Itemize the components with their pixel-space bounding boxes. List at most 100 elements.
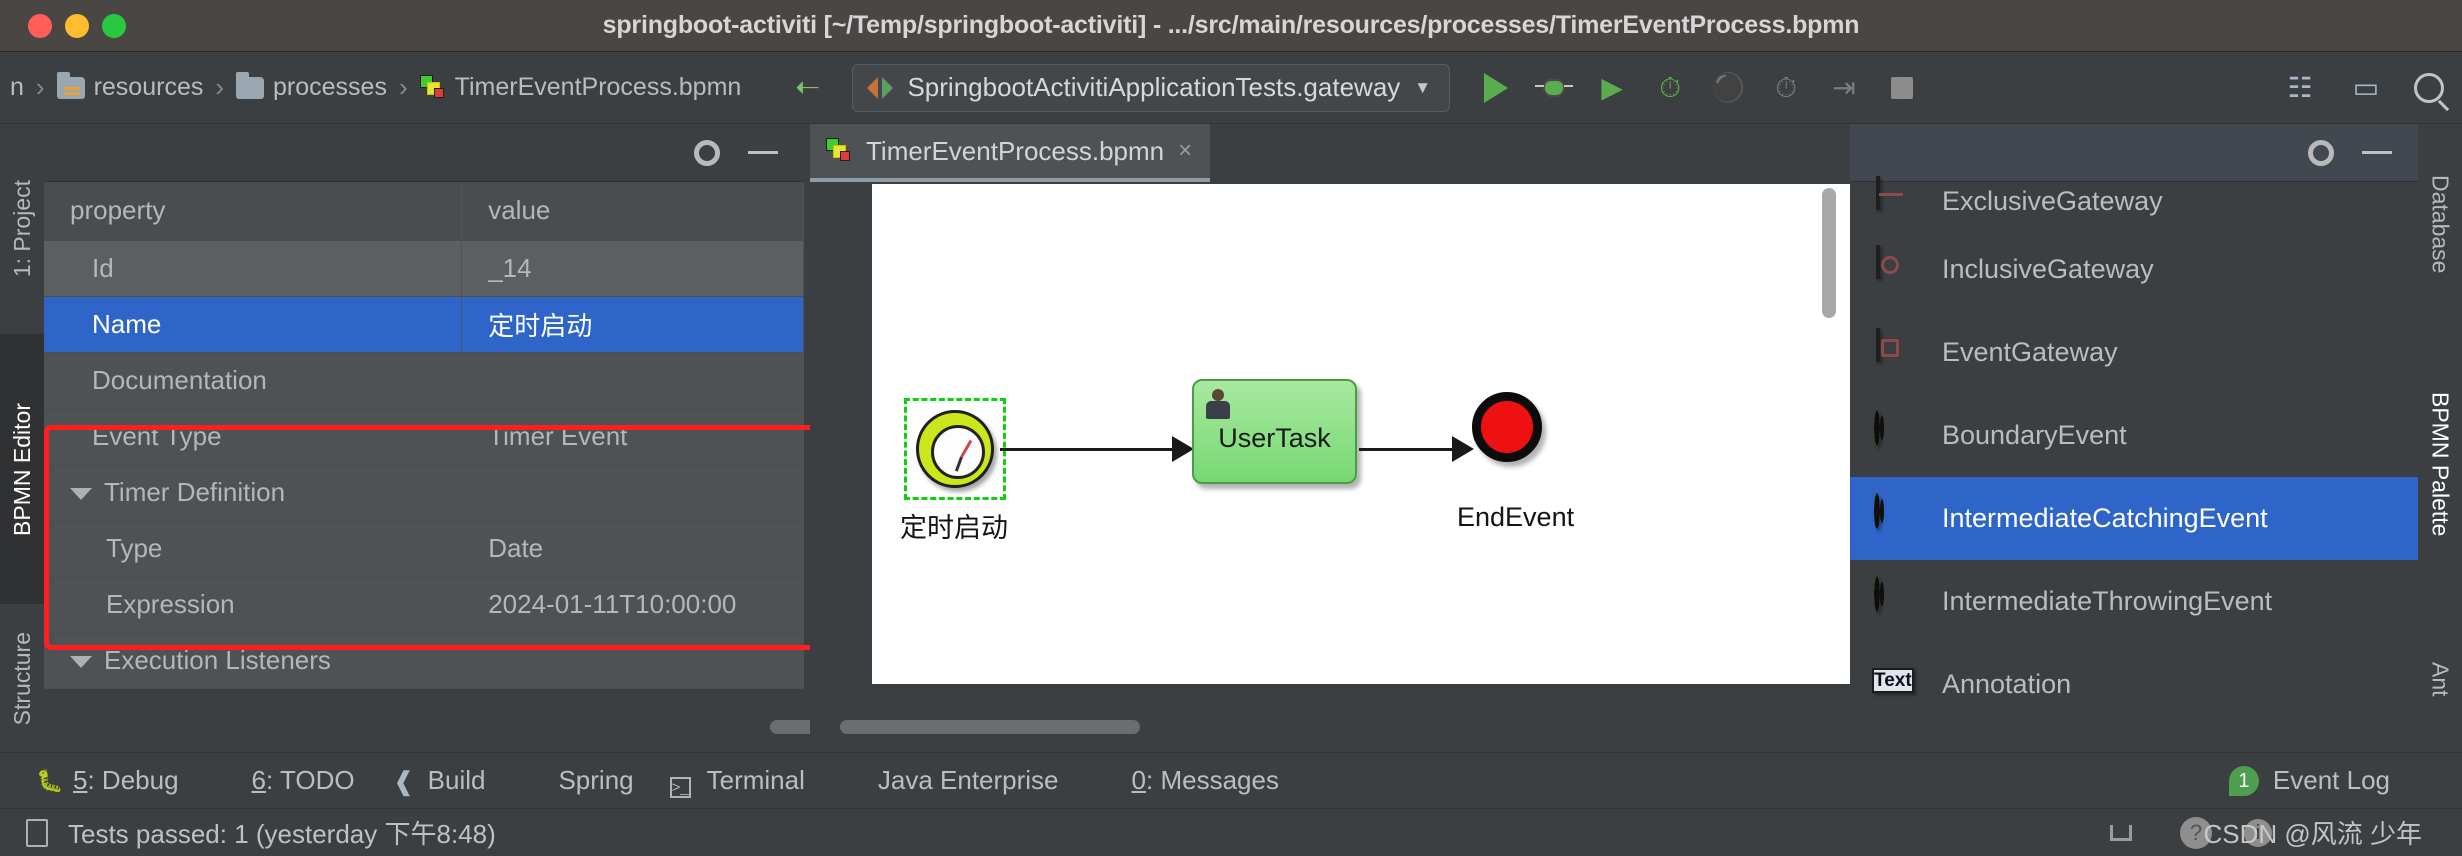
canvas-vertical-scrollbar[interactable]: [1822, 184, 1836, 684]
sidebar-item-bpmn-palette[interactable]: BPMN Palette: [2418, 324, 2462, 604]
palette-item-intermediatethrowingevent[interactable]: IntermediateThrowingEvent: [1850, 560, 2418, 643]
property-name: Documentation: [44, 352, 463, 409]
watermark: CSDN @风流 少年: [2203, 819, 2422, 849]
breadcrumb-item-resources[interactable]: resources: [51, 71, 210, 102]
breadcrumb-item-file[interactable]: TimerEventProcess.bpmn: [414, 73, 748, 102]
arrow-head-icon: [1452, 436, 1474, 462]
run-with-coverage-button[interactable]: ▶: [1594, 70, 1630, 106]
tool-window-terminal[interactable]: >_ Terminal: [669, 765, 805, 798]
property-value[interactable]: _14: [461, 240, 804, 297]
tool-window-debug[interactable]: 🐛 5: Debug: [36, 765, 179, 796]
build-hammer-icon[interactable]: ➝: [795, 70, 820, 105]
minimize-panel-icon[interactable]: [748, 151, 778, 154]
column-header-property[interactable]: property: [44, 182, 463, 241]
property-value[interactable]: Date: [461, 520, 804, 577]
chevron-down-icon[interactable]: ▼: [1414, 78, 1431, 98]
sequence-flow-1[interactable]: [1000, 448, 1186, 451]
property-value[interactable]: [461, 632, 804, 689]
table-row[interactable]: Id _14: [44, 240, 804, 297]
chevron-down-icon[interactable]: [70, 655, 92, 668]
table-row[interactable]: Documentation: [44, 352, 804, 409]
breadcrumb-item-root[interactable]: n: [4, 73, 30, 102]
lock-icon[interactable]: [2110, 824, 2132, 841]
arrow-head-icon: [1172, 436, 1194, 462]
breadcrumb-label: TimerEventProcess.bpmn: [454, 73, 742, 101]
messages-icon: [1095, 768, 1121, 794]
diagram-user-task[interactable]: UserTask: [1192, 379, 1357, 484]
attach-profiler-button[interactable]: ⚫: [1710, 70, 1746, 106]
event-log-button[interactable]: 1 Event Log: [2228, 765, 2390, 796]
spring-icon: [521, 768, 547, 794]
palette-item-label: EventGateway: [1942, 337, 2118, 367]
search-icon[interactable]: [2414, 72, 2444, 103]
palette-item-inclusivegateway[interactable]: InclusiveGateway: [1850, 228, 2418, 311]
sidebar-item-label: Database: [2427, 174, 2454, 274]
table-row[interactable]: Expression 2024-01-11T10:00:00: [44, 576, 804, 633]
step-over-button[interactable]: ⇥: [1826, 70, 1862, 106]
breadcrumb-label: processes: [273, 73, 387, 101]
folder-resources-icon: [56, 71, 85, 99]
table-row[interactable]: Type Date: [44, 520, 804, 577]
column-header-value[interactable]: value: [461, 182, 804, 241]
stop-button[interactable]: [1884, 70, 1920, 106]
minimize-panel-icon[interactable]: [2362, 151, 2392, 154]
navigation-toolbar: n › resources › processes › TimerEventPr…: [0, 52, 2462, 124]
table-row[interactable]: Execution Listeners: [44, 632, 804, 689]
property-value[interactable]: 2024-01-11T10:00:00: [461, 576, 804, 633]
profile-button[interactable]: ⏱: [1652, 70, 1688, 106]
palette-item-annotation[interactable]: Text Annotation: [1850, 643, 2418, 726]
sidebar-item-database[interactable]: Database: [2418, 124, 2462, 324]
boundary-event-icon: [1872, 409, 1918, 459]
table-row[interactable]: Timer Definition: [44, 464, 804, 521]
bpmn-file-icon: [826, 138, 852, 164]
update-application-icon[interactable]: ☷: [2282, 70, 2318, 106]
chevron-down-icon[interactable]: [70, 487, 92, 500]
bpmn-canvas[interactable]: 定时启动 UserTask EndEvent: [872, 184, 1852, 684]
title-bar: springboot-activiti [~/Temp/springboot-a…: [0, 0, 2462, 52]
tool-window-label: Java Enterprise: [877, 765, 1059, 795]
breadcrumb-label: resources: [93, 73, 204, 101]
layout-toggle-icon[interactable]: ▭: [2348, 70, 2384, 106]
palette-item-boundaryevent[interactable]: BoundaryEvent: [1850, 394, 2418, 477]
tool-window-spring[interactable]: Spring: [521, 765, 633, 796]
property-value[interactable]: [461, 352, 804, 409]
palette-item-eventgateway[interactable]: EventGateway: [1850, 311, 2418, 394]
breadcrumb-item-processes[interactable]: processes: [230, 71, 393, 102]
sidebar-item-bpmn-editor[interactable]: BPMN Editor: [0, 334, 44, 604]
property-value[interactable]: 定时启动: [461, 296, 804, 353]
table-row[interactable]: Name 定时启动: [44, 296, 804, 353]
chevron-right-icon: ›: [398, 72, 408, 102]
property-name: Id: [44, 240, 463, 297]
table-row[interactable]: Event Type Timer Event: [44, 408, 804, 465]
editor-area: TimerEventProcess.bpmn × 定时启动 UserTask E…: [810, 124, 1852, 744]
diagram-timer-start-event[interactable]: 定时启动: [900, 398, 1008, 543]
chevron-right-icon: ›: [215, 72, 225, 102]
java-enterprise-icon: [841, 768, 867, 794]
editor-horizontal-scrollbar[interactable]: [840, 720, 1140, 734]
palette-item-exclusivegateway[interactable]: ExclusiveGateway: [1850, 174, 2418, 228]
sidebar-item-ant[interactable]: Ant: [2418, 604, 2462, 754]
debug-button[interactable]: [1535, 70, 1574, 106]
run-button[interactable]: [1478, 70, 1514, 106]
tool-window-messages[interactable]: 0: Messages: [1095, 765, 1279, 796]
diagram-start-event-label: 定时启动: [900, 513, 1008, 543]
property-value[interactable]: Timer Event: [461, 408, 804, 465]
tool-window-build[interactable]: ❰ Build: [391, 765, 486, 796]
tool-window-bar: 🐛 5: Debug 6: TODO ❰ Build Spring >_ Ter…: [0, 752, 2462, 808]
tool-window-java-enterprise[interactable]: Java Enterprise: [841, 765, 1059, 796]
property-value[interactable]: [461, 464, 804, 521]
properties-table: property value Id _14 Name 定时启动 Document…: [44, 182, 804, 689]
run-configuration-selector[interactable]: SpringbootActivitiApplicationTests.gatew…: [852, 63, 1451, 112]
tab-timereventprocess-bpmn[interactable]: TimerEventProcess.bpmn ×: [810, 124, 1211, 182]
close-icon[interactable]: ×: [1178, 137, 1192, 165]
diagram-end-event[interactable]: [1472, 392, 1542, 462]
gear-icon[interactable]: [694, 139, 720, 166]
sidebar-item-structure[interactable]: Structure: [0, 604, 44, 754]
property-name: Timer Definition: [104, 476, 286, 507]
tool-window-todo[interactable]: 6: TODO: [215, 765, 355, 796]
palette-item-intermediatecatchingevent[interactable]: IntermediateCatchingEvent: [1850, 477, 2418, 560]
gear-icon[interactable]: [2308, 139, 2334, 166]
palette-item-label: ExclusiveGateway: [1942, 185, 2163, 216]
rerun-button[interactable]: ⏱: [1768, 70, 1804, 106]
sidebar-item-project[interactable]: 1: Project: [0, 124, 44, 334]
